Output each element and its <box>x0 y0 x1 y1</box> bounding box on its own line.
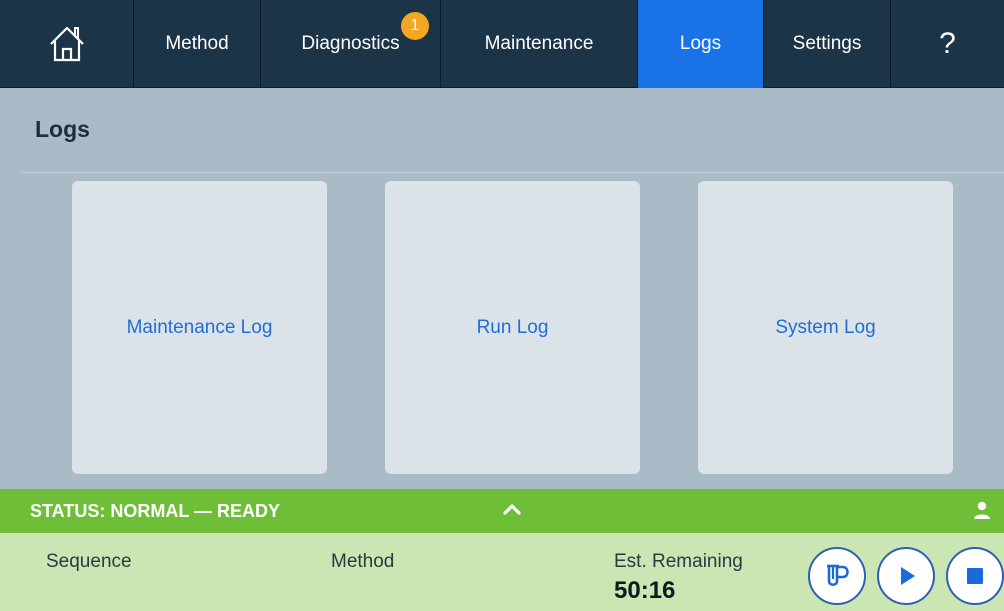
run-log-tile[interactable]: Run Log <box>385 181 640 474</box>
method-label: Method <box>331 551 395 572</box>
stop-button[interactable] <box>946 547 1004 605</box>
maintenance-log-tile[interactable]: Maintenance Log <box>72 181 327 474</box>
run-info-panel: Sequence Method Est. Remaining 50:16 <box>0 533 1004 611</box>
play-icon <box>901 567 915 585</box>
title-divider <box>22 172 1004 173</box>
nav-home-button[interactable] <box>0 0 134 88</box>
tab-logs-label: Logs <box>679 33 722 54</box>
tab-maintenance[interactable]: Maintenance <box>441 0 638 88</box>
est-remaining-label: Est. Remaining <box>614 551 743 572</box>
tab-settings[interactable]: Settings <box>764 0 891 88</box>
chevron-up-icon[interactable] <box>500 497 524 521</box>
help-button[interactable]: ? <box>891 0 1004 88</box>
run-log-label: Run Log <box>476 316 549 338</box>
status-text: STATUS: NORMAL — READY <box>30 501 280 521</box>
maintenance-log-label: Maintenance Log <box>126 316 273 338</box>
top-nav: Method Diagnostics 1 Maintenance Logs Se… <box>0 0 1004 88</box>
system-log-tile[interactable]: System Log <box>698 181 953 474</box>
system-log-label: System Log <box>775 316 876 338</box>
vial-button[interactable] <box>808 547 866 605</box>
tab-diagnostics[interactable]: Diagnostics 1 <box>261 0 441 88</box>
tab-diagnostics-label: Diagnostics <box>301 33 400 54</box>
user-icon[interactable] <box>972 500 992 520</box>
status-bar: STATUS: NORMAL — READY <box>0 489 1004 533</box>
tab-method[interactable]: Method <box>134 0 261 88</box>
sequence-label: Sequence <box>46 551 132 572</box>
notification-badge: 1 <box>401 12 429 40</box>
help-icon: ? <box>939 27 956 60</box>
tab-logs[interactable]: Logs <box>638 0 764 88</box>
stop-icon <box>967 568 983 584</box>
est-remaining-value: 50:16 <box>614 577 676 604</box>
tab-settings-label: Settings <box>792 33 862 54</box>
home-icon <box>49 26 84 62</box>
vial-icon <box>827 564 849 587</box>
play-button[interactable] <box>877 547 935 605</box>
tab-maintenance-label: Maintenance <box>484 33 594 54</box>
page-title: Logs <box>35 116 90 142</box>
tab-method-label: Method <box>165 33 229 54</box>
